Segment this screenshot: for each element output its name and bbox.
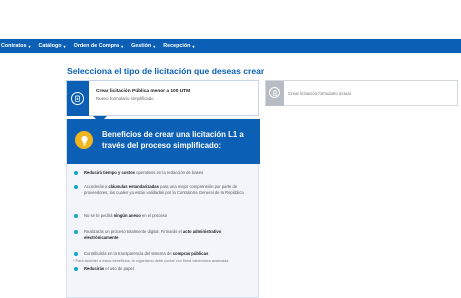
bullet-icon [74, 171, 78, 175]
chevron-down-icon: ▾ [192, 43, 195, 49]
nav-item-label: Recepción [163, 43, 191, 49]
lightbulb-icon-svg [80, 135, 88, 145]
benefit-normal: en el proceso [140, 213, 168, 218]
nav-item-label: Contratos [1, 43, 27, 49]
nav-item-orden-de-compra[interactable]: Orden de Compra ▾ [74, 43, 124, 49]
nav-item-contratos[interactable]: Contratos ▾ [1, 43, 30, 49]
option-icon-box [67, 81, 89, 116]
clipboard-plus-icon [269, 87, 280, 98]
chevron-down-icon: ▾ [28, 43, 31, 49]
bullet-icon [74, 252, 78, 256]
option-subtitle: Nuevo formulario simplificado [96, 96, 154, 101]
benefit-normal: Contribuirás en la transparencia del sis… [84, 251, 173, 256]
benefit-text: No se te pedirá ningún anexo en el proce… [84, 213, 254, 219]
benefit-bold: compras públicas [172, 251, 209, 256]
bullet-icon [74, 214, 78, 218]
benefits-header: Beneficios de crear una licitación L1 a … [67, 119, 260, 164]
clipboard-plus-icon-svg [75, 95, 80, 102]
create-simplified-tender-option[interactable]: Crear licitación Pública menor a 100 UTM… [66, 80, 259, 116]
benefit-text: Reducirá tiempo y costos operativos en l… [84, 170, 254, 176]
benefit-normal: el uso de papel [104, 266, 134, 271]
benefit-text: Realizarás un proceso totalmente digital… [84, 229, 254, 241]
benefit-bold: Reducirás [84, 266, 105, 271]
nav-item-label: Orden de Compra [73, 43, 120, 49]
nav-item-recepcion[interactable]: Recepción ▾ [163, 43, 194, 49]
top-header-bar [0, 0, 461, 40]
benefit-bold: Reducirá tiempo y costos [84, 170, 135, 175]
benefit-bold: ningún anexo [113, 213, 141, 218]
option-title: Crear licitación formulario actual [288, 91, 351, 96]
lightbulb-icon [75, 131, 93, 149]
nav-item-label: Catálogo [38, 43, 62, 49]
nav-item-catalogo[interactable]: Catálogo ▾ [38, 43, 65, 49]
main-navigation: Contratos ▾ Catálogo ▾ Orden de Compra ▾… [0, 39, 461, 53]
benefits-title: Beneficios de crear una licitación L1 a … [102, 130, 244, 150]
benefit-normal: operativos en la redacción de bases [134, 170, 204, 175]
benefit-text: Reducirás el uso de papel [84, 266, 254, 272]
option-icon-box [266, 81, 284, 106]
nav-item-label: Gestión [131, 43, 152, 49]
page-title: Selecciona el tipo de licitación que des… [67, 66, 265, 76]
benefit-normal: Accederás a [84, 184, 109, 189]
benefit-bold: cláusulas estandarizadas [108, 184, 159, 189]
nav-item-gestion[interactable]: Gestión ▾ [131, 43, 155, 49]
clipboard-plus-icon [71, 92, 84, 105]
chevron-down-icon: ▾ [153, 43, 156, 49]
benefit-normal: No se te pedirá [84, 213, 114, 218]
benefit-text: Contribuirás en la transparencia del sis… [84, 251, 254, 257]
benefits-panel: Beneficios de crear una licitación L1 a … [66, 119, 260, 298]
chevron-down-icon: ▾ [121, 43, 124, 49]
benefit-normal: Realizarás un proceso totalmente digital… [84, 229, 183, 234]
bullet-icon [74, 185, 78, 189]
benefits-footnote: * Para acceder a estos beneficios, tu or… [73, 259, 229, 263]
bullet-icon [74, 267, 78, 271]
bullet-icon [74, 230, 78, 234]
create-current-form-tender-option[interactable]: Crear licitación formulario actual [265, 80, 458, 106]
benefit-text: Accederás a cláusulas estandarizadas par… [84, 184, 254, 196]
option-title: Crear licitación Pública menor a 100 UTM [96, 89, 191, 94]
chevron-down-icon: ▾ [63, 43, 66, 49]
clipboard-plus-icon-svg [272, 89, 277, 96]
